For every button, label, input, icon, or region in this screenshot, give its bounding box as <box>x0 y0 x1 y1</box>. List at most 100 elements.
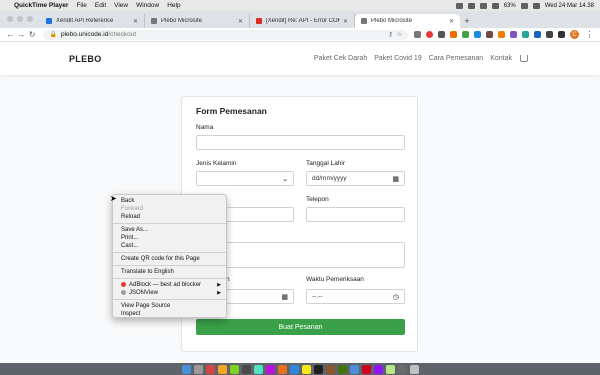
extension-icon[interactable] <box>533 31 541 38</box>
lock-icon[interactable]: 🔒 <box>49 31 56 38</box>
dock-app-icon[interactable] <box>193 364 203 374</box>
dock-app-icon[interactable] <box>265 364 275 374</box>
extension-icon[interactable] <box>473 31 481 38</box>
close-tab-icon[interactable]: ✕ <box>133 18 138 25</box>
cart-icon[interactable] <box>520 55 528 62</box>
dock-app-icon[interactable] <box>277 364 287 374</box>
dock-app-icon[interactable] <box>385 364 395 374</box>
extension-icon[interactable] <box>461 31 469 38</box>
key-icon[interactable]: ⚷ <box>388 31 392 38</box>
address-bar[interactable]: 🔒 plebo.unicode.id/checkout ⚷ ☆ <box>43 29 408 40</box>
extension-icon[interactable] <box>509 31 517 38</box>
browser-tab[interactable]: Plebo Microsite ✕ <box>145 14 250 28</box>
extension-icon[interactable] <box>437 31 445 38</box>
menu-help[interactable]: Help <box>167 2 180 9</box>
status-icon[interactable] <box>467 2 475 9</box>
menu-app-name[interactable]: QuickTime Player <box>14 2 68 9</box>
forward-icon[interactable]: → <box>16 30 27 39</box>
context-translate[interactable]: Translate to English <box>113 268 226 276</box>
more-menu-icon[interactable]: ⋮ <box>584 30 595 39</box>
new-tab-button[interactable]: + <box>460 14 474 28</box>
alamat-textarea[interactable] <box>196 242 405 268</box>
browser-tab[interactable]: Xendit API Reference ✕ <box>40 14 145 28</box>
nav-link-kontak[interactable]: Kontak <box>490 55 512 62</box>
dock-app-icon[interactable] <box>397 364 407 374</box>
browser-tab[interactable]: [Xendit] Re: API - Error CORS ✕ <box>250 14 355 28</box>
metamask-extension-icon[interactable] <box>497 31 505 38</box>
submenu-arrow-icon: ▶ <box>217 282 221 288</box>
buat-pesanan-button[interactable]: Buat Pesanan <box>196 319 405 335</box>
context-reload[interactable]: Reload <box>113 213 226 221</box>
dock-app-icon[interactable] <box>313 364 323 374</box>
context-jsonview[interactable]: JSONView ▶ <box>113 289 226 297</box>
jenis-kelamin-select[interactable]: ⌄ <box>196 171 294 186</box>
close-tab-icon[interactable]: ✕ <box>449 18 454 25</box>
dock-app-icon[interactable] <box>361 364 371 374</box>
extension-icon[interactable] <box>449 31 457 38</box>
status-icon[interactable] <box>479 2 487 9</box>
extension-icon[interactable] <box>521 31 529 38</box>
profile-avatar[interactable]: C <box>569 30 579 39</box>
search-icon[interactable] <box>532 2 540 9</box>
calendar-icon[interactable]: ▦ <box>281 293 288 301</box>
nama-input[interactable] <box>196 135 405 150</box>
close-tab-icon[interactable]: ✕ <box>238 18 243 25</box>
menu-edit[interactable]: Edit <box>95 2 106 9</box>
star-icon[interactable]: ☆ <box>397 31 402 38</box>
dock-app-icon[interactable] <box>253 364 263 374</box>
telepon-input[interactable] <box>306 207 405 222</box>
nav-link-paket-cek-darah[interactable]: Paket Cek Darah <box>314 55 367 62</box>
context-view-source[interactable]: View Page Source <box>113 302 226 310</box>
dock-app-icon[interactable] <box>349 364 359 374</box>
dock-app-icon[interactable] <box>337 364 347 374</box>
menu-file[interactable]: File <box>76 2 86 9</box>
dock-app-icon[interactable] <box>373 364 383 374</box>
dock-app-icon[interactable] <box>217 364 227 374</box>
tanggal-lahir-input[interactable]: dd/mm/yyyy ▦ <box>306 171 405 186</box>
context-create-qr[interactable]: Create QR code for this Page <box>113 255 226 263</box>
extension-icon[interactable] <box>545 31 553 38</box>
puzzle-extensions-icon[interactable] <box>557 31 565 38</box>
menubar-clock[interactable]: Wed 24 Mar 14.38 <box>545 3 594 9</box>
dock-app-icon[interactable] <box>301 364 311 374</box>
browser-tab-active[interactable]: Plebo Microsite ✕ <box>355 14 460 28</box>
extension-icon[interactable] <box>485 31 493 38</box>
dock-app-icon[interactable] <box>229 364 239 374</box>
waktu-pemeriksaan-input[interactable]: --.-- ◷ <box>306 289 405 304</box>
context-save-as[interactable]: Save As... <box>113 226 226 234</box>
back-icon[interactable]: ← <box>5 30 16 39</box>
dock-trash-icon[interactable] <box>409 364 419 374</box>
menu-window[interactable]: Window <box>136 2 159 9</box>
close-tab-icon[interactable]: ✕ <box>343 18 348 25</box>
status-icon[interactable] <box>455 2 463 9</box>
nama-label: Nama <box>196 124 214 131</box>
context-print[interactable]: Print... <box>113 234 226 242</box>
dock-app-icon[interactable] <box>205 364 215 374</box>
menu-view[interactable]: View <box>114 2 128 9</box>
context-inspect[interactable]: Inspect <box>113 310 226 318</box>
camera-extension-icon[interactable] <box>413 31 421 38</box>
close-window-button[interactable] <box>7 16 13 22</box>
battery-icon[interactable] <box>520 2 528 9</box>
tab-favicon-icon <box>361 18 367 24</box>
calendar-icon[interactable]: ▦ <box>392 175 399 183</box>
context-back[interactable]: Back <box>113 197 226 205</box>
zoom-window-button[interactable] <box>27 16 33 22</box>
tab-title: Plebo Microsite <box>161 18 203 24</box>
adblock-extension-icon[interactable] <box>425 31 433 38</box>
nav-link-cara-pemesanan[interactable]: Cara Pemesanan <box>429 55 483 62</box>
dock-app-icon[interactable] <box>241 364 251 374</box>
context-cast[interactable]: Cast... <box>113 242 226 250</box>
site-brand-logo[interactable]: PLEBO <box>69 54 102 64</box>
reload-icon[interactable]: ↻ <box>27 30 38 39</box>
clock-icon[interactable]: ◷ <box>393 293 399 301</box>
wifi-icon[interactable] <box>491 2 499 9</box>
nav-link-paket-covid[interactable]: Paket Covid 19 <box>374 55 421 62</box>
minimize-window-button[interactable] <box>17 16 23 22</box>
dock-app-icon[interactable] <box>289 364 299 374</box>
dock-app-icon[interactable] <box>181 364 191 374</box>
mouse-pointer-icon: ➤ <box>110 194 117 203</box>
site-navbar: PLEBO Paket Cek Darah Paket Covid 19 Car… <box>0 42 600 75</box>
dock-app-icon[interactable] <box>325 364 335 374</box>
context-adblock[interactable]: AdBlock — best ad blocker ▶ <box>113 281 226 289</box>
